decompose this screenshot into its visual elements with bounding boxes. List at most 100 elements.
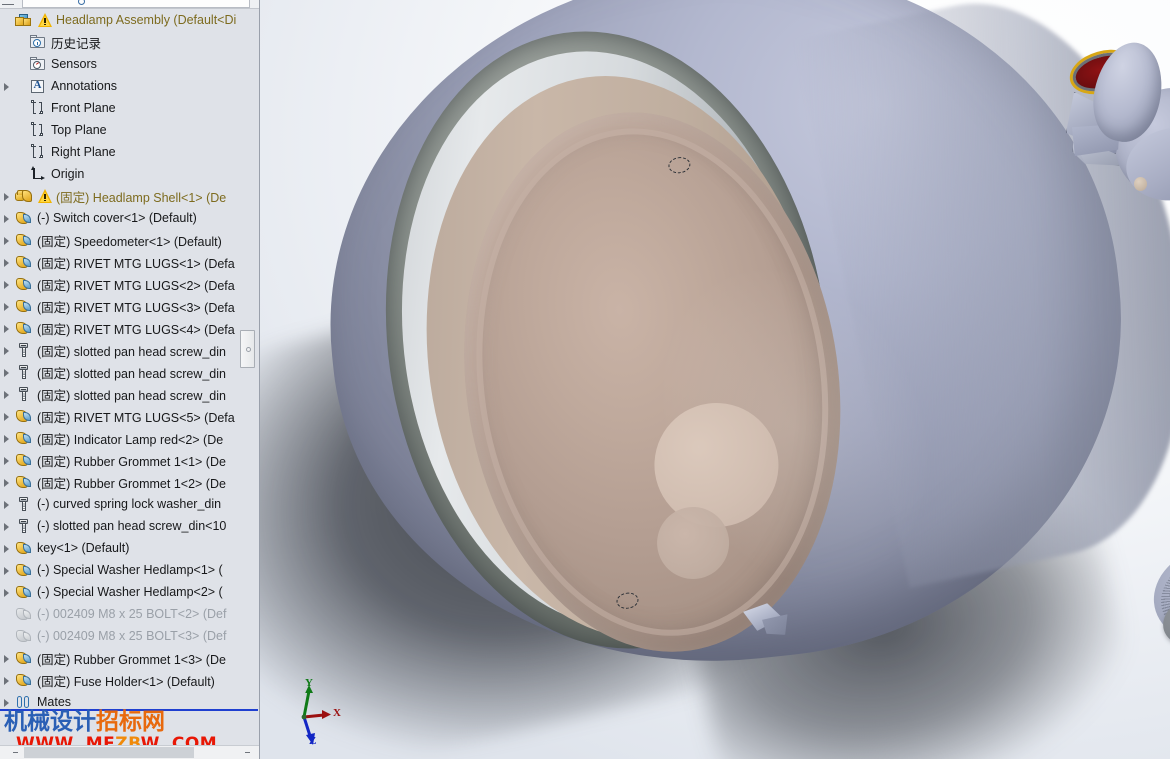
tree-row[interactable]: (固定) RIVET MTG LUGS<1> (Defa: [0, 251, 259, 273]
part-icon: [14, 319, 34, 337]
triad-z-label: Z: [309, 735, 317, 747]
expand-arrow[interactable]: [0, 493, 14, 515]
plane-icon: [28, 121, 48, 139]
tree-row[interactable]: (-) 002409 M8 x 25 BOLT<2> (Def: [0, 603, 259, 625]
expand-arrow[interactable]: [0, 9, 14, 31]
tree-item-label: (固定) slotted pan head screw_din: [37, 388, 226, 403]
expand-arrow: [0, 119, 14, 141]
tree-item-label: (固定) Rubber Grommet 1<1> (De: [37, 454, 226, 469]
expand-arrow[interactable]: [0, 581, 14, 603]
scroll-right-button[interactable]: [240, 746, 254, 759]
tree-row[interactable]: key<1> (Default): [0, 537, 259, 559]
screw-icon: [14, 495, 34, 513]
expand-arrow: [0, 603, 14, 625]
tree-hscroll-thumb[interactable]: [24, 747, 194, 758]
tree-row[interactable]: 历史记录: [0, 31, 259, 53]
expand-arrow[interactable]: [0, 427, 14, 449]
tree-row[interactable]: (固定) Rubber Grommet 1<2> (De: [0, 471, 259, 493]
triad-y-label: Y: [305, 677, 313, 689]
scroll-left-button[interactable]: [8, 746, 22, 759]
tree-row[interactable]: (固定) Rubber Grommet 1<3> (De: [0, 647, 259, 669]
screw-icon: [14, 385, 34, 403]
expand-arrow[interactable]: [0, 559, 14, 581]
tree-row[interactable]: (固定) Fuse Holder<1> (Default): [0, 669, 259, 691]
tree-row[interactable]: (固定) Rubber Grommet 1<1> (De: [0, 449, 259, 471]
part-icon: [14, 407, 34, 425]
tree-row[interactable]: (固定) Speedometer<1> (Default): [0, 229, 259, 251]
graphics-area[interactable]: Y X Z: [260, 0, 1170, 759]
tree-item-label: Mates: [37, 695, 72, 709]
expand-arrow[interactable]: [0, 647, 14, 669]
tree-item-label: Front Plane: [51, 101, 116, 115]
tree-scrollbar-thumb[interactable]: [240, 330, 255, 368]
expand-arrow[interactable]: [0, 405, 14, 427]
tree-row[interactable]: (-) slotted pan head screw_din<10: [0, 515, 259, 537]
expand-arrow[interactable]: [0, 339, 14, 361]
expand-arrow[interactable]: [0, 537, 14, 559]
tree-row[interactable]: (固定) RIVET MTG LUGS<2> (Defa: [0, 273, 259, 295]
tree-row[interactable]: Top Plane: [0, 119, 259, 141]
expand-arrow: [0, 625, 14, 647]
origin-icon: [28, 165, 48, 183]
tree-filter-bar[interactable]: [0, 0, 259, 9]
expand-arrow[interactable]: [0, 515, 14, 537]
tree-item-label: (固定) Rubber Grommet 1<2> (De: [37, 476, 226, 491]
tree-row-root[interactable]: Headlamp Assembly (Default<Di: [0, 9, 259, 31]
expand-arrow[interactable]: [0, 317, 14, 339]
tree-row[interactable]: (-) Special Washer Hedlamp<1> (: [0, 559, 259, 581]
tree-item-label: (固定) Fuse Holder<1> (Default): [37, 674, 215, 689]
tree-item-label: (-) slotted pan head screw_din<10: [37, 519, 227, 533]
expand-arrow[interactable]: [0, 361, 14, 383]
tree-row[interactable]: A Annotations: [0, 75, 259, 97]
tree-row[interactable]: (固定) slotted pan head screw_din: [0, 361, 259, 383]
expand-arrow[interactable]: [0, 295, 14, 317]
part-suppressed-icon: [14, 627, 34, 645]
expand-arrow[interactable]: [0, 229, 14, 251]
tree-row[interactable]: (-) Special Washer Hedlamp<2> (: [0, 581, 259, 603]
tree-row[interactable]: (固定) slotted pan head screw_din: [0, 383, 259, 405]
rubber-grommet-small[interactable]: [1134, 177, 1147, 191]
expand-arrow[interactable]: [0, 383, 14, 405]
tree-item-label: (固定) Speedometer<1> (Default): [37, 234, 222, 249]
tree-row[interactable]: (固定) Headlamp Shell<1> (De: [0, 185, 259, 207]
plane-icon: [28, 99, 48, 117]
tree-row[interactable]: (-) curved spring lock washer_din: [0, 493, 259, 515]
tree-item-label: (固定) RIVET MTG LUGS<4> (Defa: [37, 322, 235, 337]
tree-horizontal-scrollbar[interactable]: [0, 745, 259, 759]
expand-arrow[interactable]: [0, 75, 14, 97]
tree-vertical-scrollbar[interactable]: [240, 9, 255, 709]
expand-arrow: [0, 31, 14, 53]
expand-arrow[interactable]: [0, 207, 14, 229]
tree-row[interactable]: (固定) Indicator Lamp red<2> (De: [0, 427, 259, 449]
tree-row[interactable]: (-) 002409 M8 x 25 BOLT<3> (Def: [0, 625, 259, 647]
solidworks-window: Headlamp Assembly (Default<Di 历史记录 Sensor…: [0, 0, 1170, 759]
tree-item-label: key<1> (Default): [37, 541, 130, 555]
screw-icon: [14, 517, 34, 535]
tree-row[interactable]: (固定) slotted pan head screw_din: [0, 339, 259, 361]
tree-item-label: (固定) slotted pan head screw_din: [37, 344, 226, 359]
tree-row[interactable]: Front Plane: [0, 97, 259, 119]
expand-arrow[interactable]: [0, 449, 14, 471]
tree-filter-input[interactable]: [22, 0, 250, 8]
tree-row[interactable]: Sensors: [0, 53, 259, 75]
part-icon: [14, 539, 34, 557]
expand-arrow[interactable]: [0, 251, 14, 273]
collapse-dash-icon: [2, 4, 14, 5]
tree-row[interactable]: (-) Switch cover<1> (Default): [0, 207, 259, 229]
expand-arrow[interactable]: [0, 185, 14, 207]
tree-row[interactable]: (固定) RIVET MTG LUGS<3> (Defa: [0, 295, 259, 317]
expand-arrow[interactable]: [0, 273, 14, 295]
tree-root-label: Headlamp Assembly (Default<Di: [56, 13, 237, 27]
tree-row[interactable]: Right Plane: [0, 141, 259, 163]
tree-row[interactable]: (固定) RIVET MTG LUGS<4> (Defa: [0, 317, 259, 339]
expand-arrow[interactable]: [0, 669, 14, 691]
expand-arrow[interactable]: [0, 471, 14, 493]
tree-row[interactable]: Origin: [0, 163, 259, 185]
tree-item-label: (-) 002409 M8 x 25 BOLT<2> (Def: [37, 607, 227, 621]
tree-row[interactable]: (固定) RIVET MTG LUGS<5> (Defa: [0, 405, 259, 427]
fixed-part-icon: [14, 187, 34, 205]
sensors-icon: [28, 55, 48, 73]
tree-item-list[interactable]: Headlamp Assembly (Default<Di 历史记录 Sensor…: [0, 9, 259, 709]
part-icon: [14, 561, 34, 579]
tree-item-label: (-) Special Washer Hedlamp<2> (: [37, 585, 223, 599]
